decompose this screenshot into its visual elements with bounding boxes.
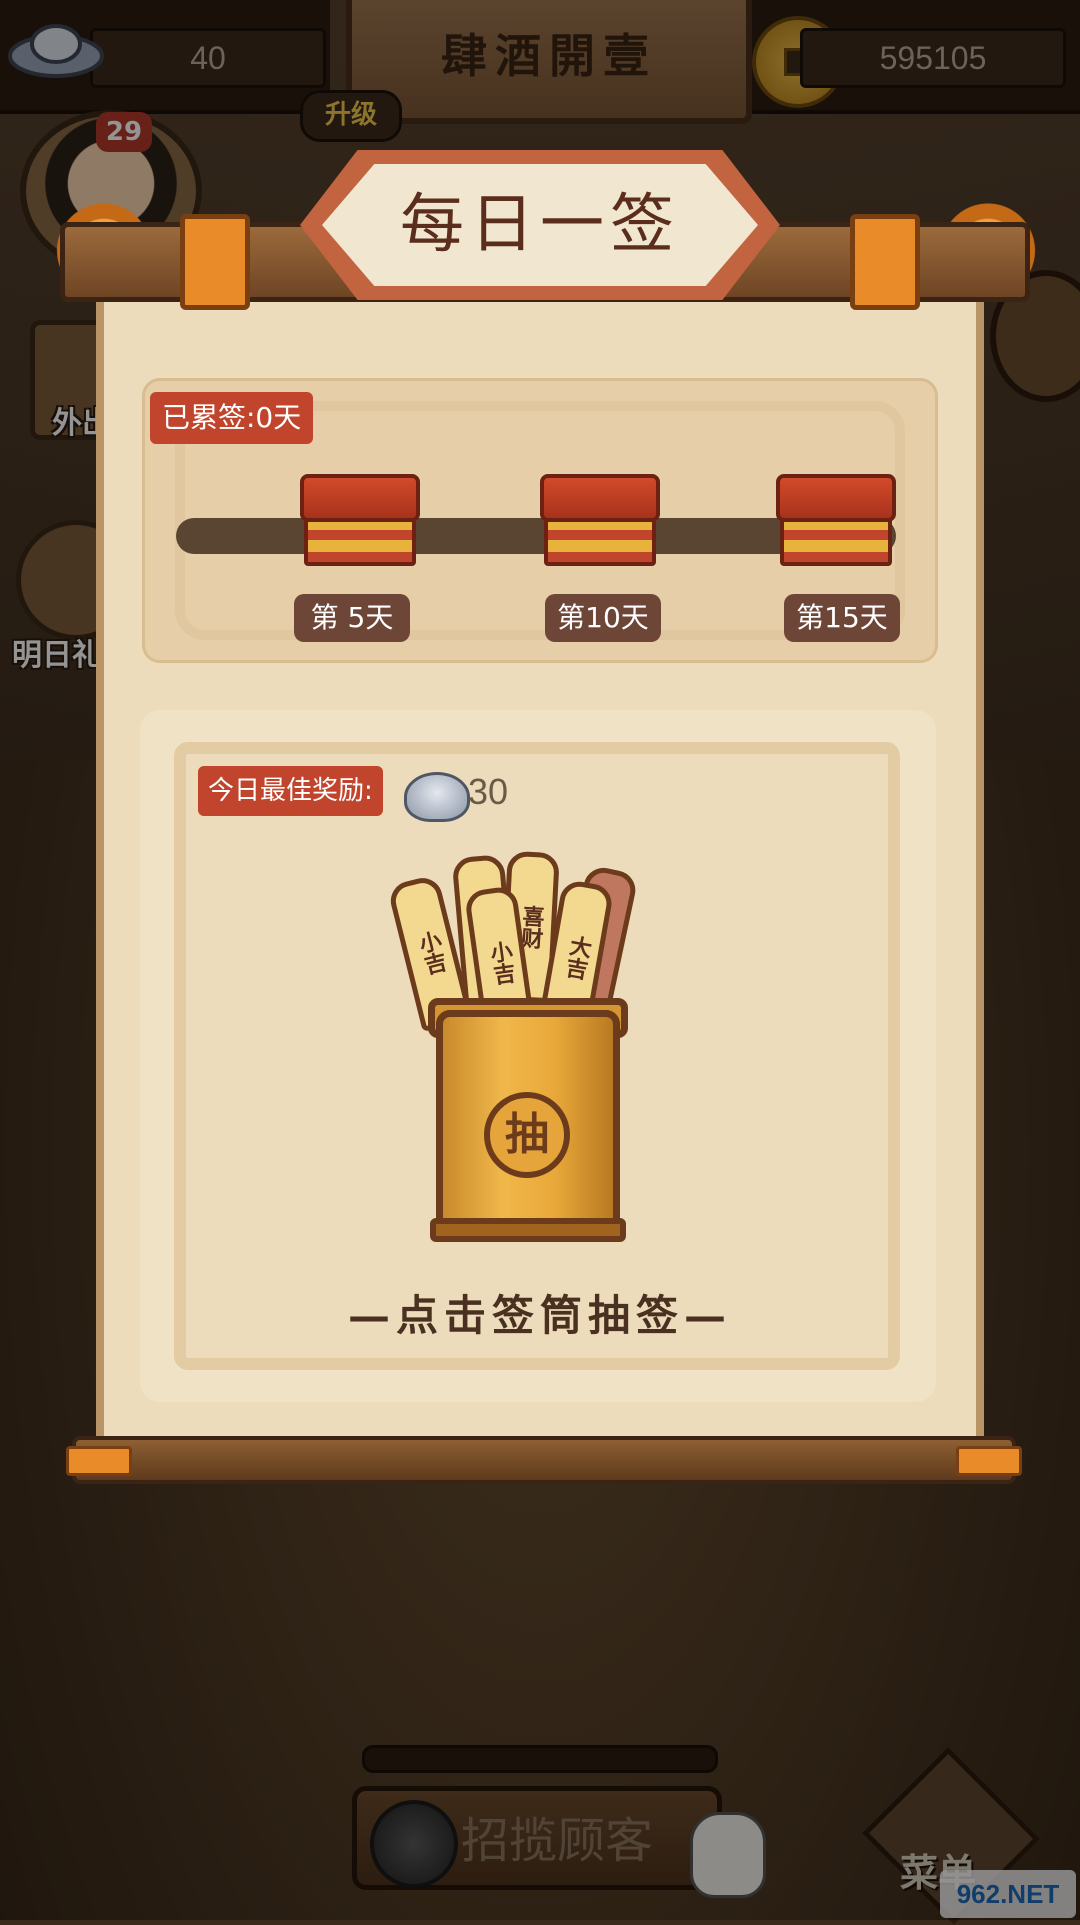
dialog-title: 每日一签 [322,164,758,286]
milestone-label-day15: 第15天 [784,594,900,642]
streak-counter: 已累签:0天 [150,392,314,444]
rod-cap-left [180,214,250,310]
silver-ingot-icon [404,772,470,822]
reward-chest-day5[interactable] [300,474,420,566]
scroll-bottom-rod [66,1436,1022,1484]
reward-chest-day15[interactable] [776,474,896,566]
best-reward-label: 今日最佳奖励: [198,766,383,816]
draw-hint: —点击签筒抽签— [347,1291,732,1340]
rod-cap-right [850,214,920,310]
cup-base [430,1218,626,1242]
reward-chest-day10[interactable] [540,474,660,566]
chest-lid [776,474,896,522]
chest-lid [300,474,420,522]
milestone-label-day5: 第 5天 [294,594,410,642]
milestone-label-day10: 第10天 [545,594,661,642]
best-reward-amount: 30 [468,771,509,812]
draw-seal-icon: 抽 [484,1092,570,1178]
chest-lid [540,474,660,522]
